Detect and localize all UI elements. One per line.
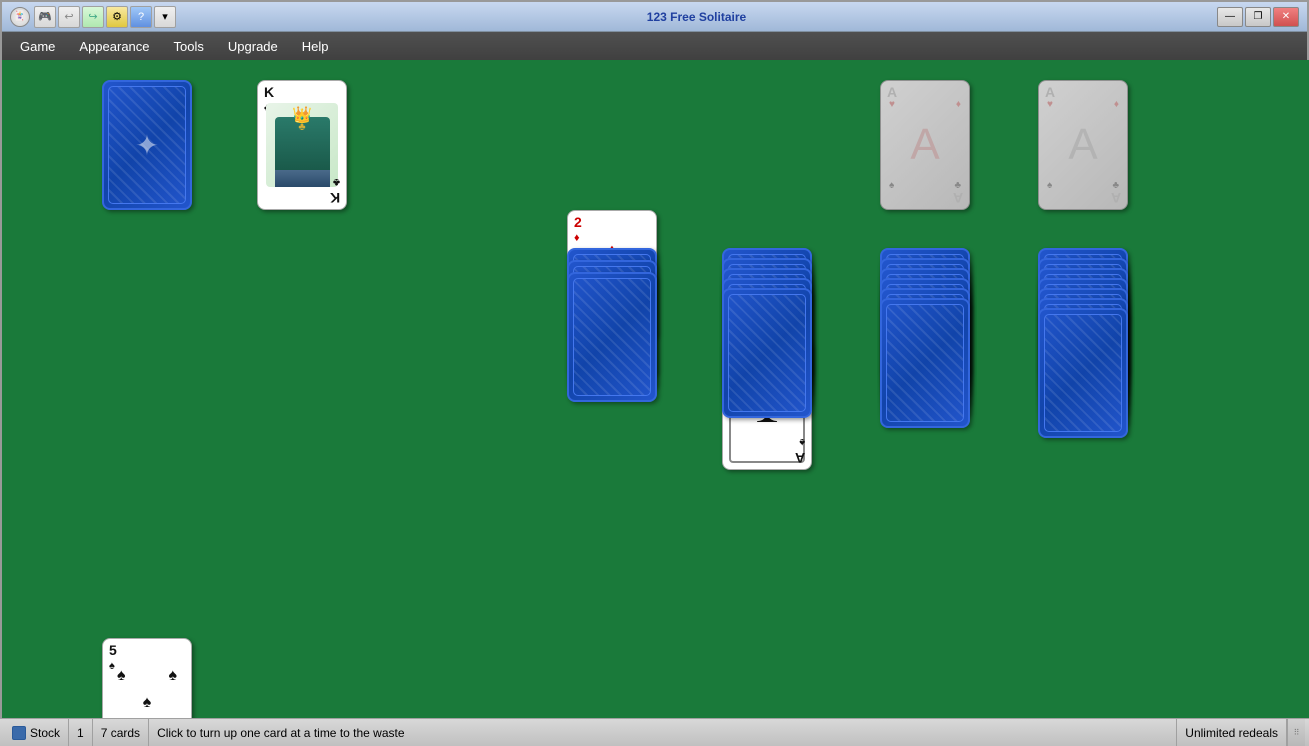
title-bar: 🃏 🎮 ↩ ↪ ⚙ ? ▾ 123 Free Solitaire — ❐ ✕ [2, 2, 1307, 32]
menu-appearance[interactable]: Appearance [69, 36, 159, 57]
col6-back-6 [880, 298, 970, 428]
foundation-4-rank-bot: A [1111, 191, 1121, 205]
close-button[interactable]: ✕ [1273, 7, 1299, 27]
toolbar-icon-1[interactable]: 🎮 [34, 6, 56, 28]
toolbar-icon-4[interactable]: ⚙ [106, 6, 128, 28]
stock-pile[interactable]: ✦ [102, 80, 192, 210]
col7-back-7 [1038, 308, 1128, 438]
toolbar-icons: 🎮 ↩ ↪ ⚙ ? ▾ [34, 6, 176, 28]
ace-spades-rank-bot: A♠ [795, 436, 805, 465]
menu-tools[interactable]: Tools [164, 36, 214, 57]
title-bar-left: 🃏 🎮 ↩ ↪ ⚙ ? ▾ [10, 6, 176, 28]
maximize-button[interactable]: ❐ [1245, 7, 1271, 27]
foundation-3-rank-bot: A [953, 191, 963, 205]
window-controls: — ❐ ✕ [1217, 7, 1299, 27]
foundation-3-card[interactable]: A A ♥ ♦ ♠ ♣ A [880, 80, 970, 210]
menu-help[interactable]: Help [292, 36, 339, 57]
five-spades-rank-top: 5♠ [109, 643, 117, 672]
app-icon: 🃏 [10, 7, 30, 27]
status-stock-text: Stock [30, 726, 60, 740]
window-title: 123 Free Solitaire [647, 10, 746, 24]
status-cards: 7 cards [93, 719, 149, 746]
status-count: 1 [69, 719, 93, 746]
status-hint: Click to turn up one card at a time to t… [149, 719, 1177, 746]
king-clubs-rank-bot: K♣ [330, 176, 340, 205]
status-grip: ⠿ [1287, 719, 1305, 746]
king-clubs-art: 👑 ♣ [266, 103, 338, 187]
two-diamonds-rank-top: 2♦ [574, 215, 582, 244]
status-bar: Stock 1 7 cards Click to turn up one car… [0, 718, 1309, 746]
status-icon [12, 726, 26, 740]
menu-score-container: Game Appearance Tools Upgrade Help 🃏 Sco… [2, 32, 1307, 60]
toolbar-dropdown[interactable]: ▾ [154, 6, 176, 28]
status-redeals: Unlimited redeals [1177, 719, 1287, 746]
status-stock-label: Stock [4, 719, 69, 746]
foundation-3-rank-top: A [887, 85, 897, 99]
five-spades-card[interactable]: 5♠ ♠ ♠ ♠ ♠ ♠ 5♠ [102, 638, 192, 720]
toolbar-icon-2[interactable]: ↩ [58, 6, 80, 28]
king-clubs-card[interactable]: K♣ 👑 ♣ K♣ [257, 80, 347, 210]
foundation-4-rank-top: A [1045, 85, 1055, 99]
menu-upgrade[interactable]: Upgrade [218, 36, 288, 57]
col5-back-5 [722, 288, 812, 418]
menu-game[interactable]: Game [10, 36, 65, 57]
foundation-4-card[interactable]: A A ♥ ♦ ♠ ♣ A [1038, 80, 1128, 210]
toolbar-icon-5[interactable]: ? [130, 6, 152, 28]
minimize-button[interactable]: — [1217, 7, 1243, 27]
toolbar-icon-3[interactable]: ↪ [82, 6, 104, 28]
game-area[interactable]: ✦ K♣ 👑 ♣ K♣ 2♦ ♦ ♦ 2♦ A♠ [2, 60, 1309, 720]
card-back-pattern: ✦ [108, 86, 186, 204]
menu-bar: Game Appearance Tools Upgrade Help [2, 32, 1307, 60]
col4-back-3 [567, 272, 657, 402]
